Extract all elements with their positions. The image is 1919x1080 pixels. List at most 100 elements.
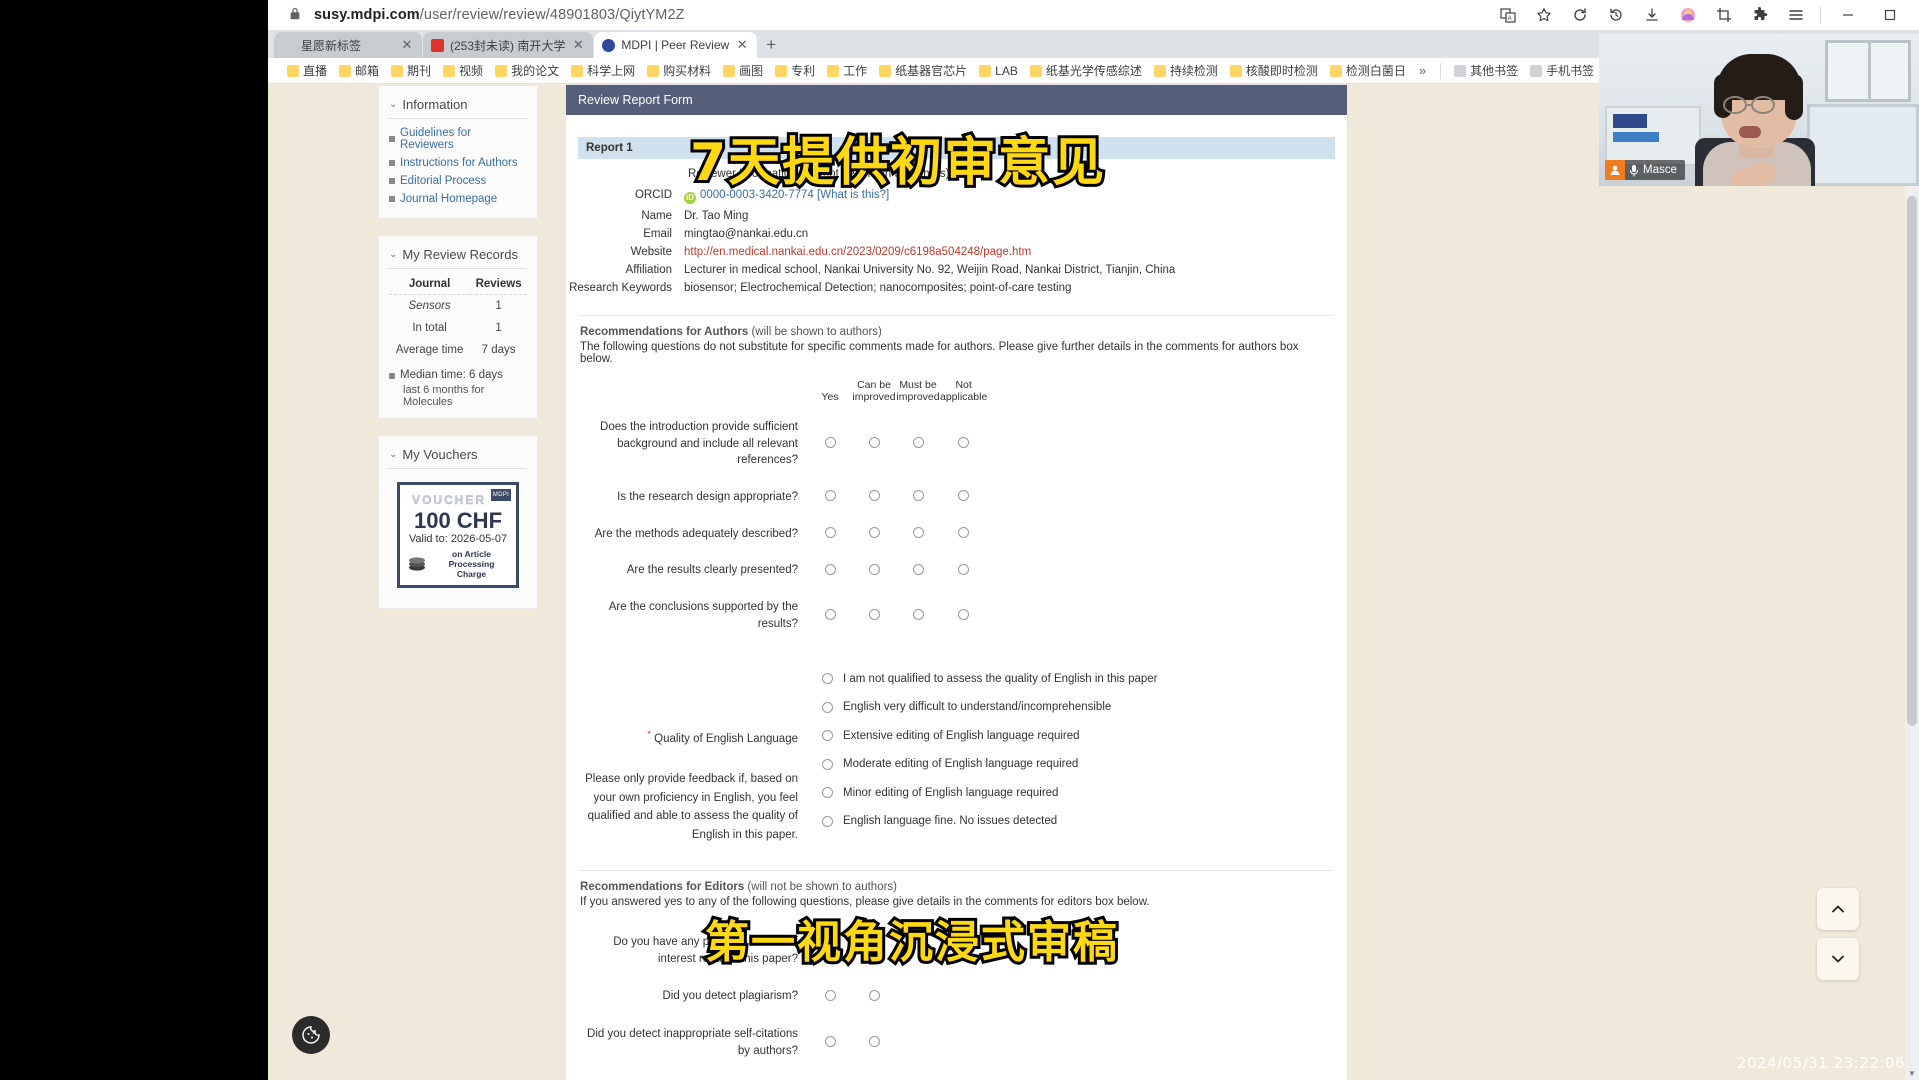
radio-cell-yes[interactable] — [808, 589, 852, 642]
english-option-0[interactable]: I am not qualified to assess the quality… — [822, 665, 1333, 694]
page-scrollbar[interactable]: ▲ ▼ — [1905, 84, 1919, 1080]
address-bar[interactable]: susy.mdpi.com/user/review/review/4890180… — [314, 7, 685, 23]
bookmark-item[interactable]: 专利 — [770, 60, 820, 81]
radio-cell-yes[interactable] — [808, 479, 852, 516]
radio-button[interactable] — [824, 490, 836, 502]
radio-cell-yes[interactable] — [808, 978, 852, 1015]
maximize-icon[interactable] — [1869, 0, 1911, 30]
radio-button[interactable] — [958, 527, 970, 539]
radio-button[interactable] — [912, 563, 924, 575]
radio-cell-must-be-improved[interactable] — [896, 409, 940, 479]
radio-cell-yes[interactable] — [808, 552, 852, 589]
radio-cell-can-be-improved[interactable] — [852, 479, 896, 516]
radio-button[interactable] — [824, 437, 836, 449]
radio-button[interactable] — [822, 673, 833, 685]
bookmark-item[interactable]: 纸基器官芯片 — [874, 60, 972, 81]
radio-button[interactable] — [868, 563, 880, 575]
radio-button[interactable] — [912, 527, 924, 539]
radio-cell-not-applicable[interactable] — [940, 516, 987, 553]
radio-button[interactable] — [868, 1035, 880, 1047]
radio-cell-yes[interactable] — [808, 1070, 852, 1080]
tab-1[interactable]: (253封未读) 南开大学 ✕ — [423, 32, 594, 58]
radio-button[interactable] — [822, 787, 833, 799]
vouchers-header[interactable]: ⌄ My Vouchers — [389, 442, 527, 469]
radio-button[interactable] — [822, 758, 833, 770]
radio-button[interactable] — [868, 608, 880, 620]
radio-button[interactable] — [822, 815, 833, 827]
review-records-header[interactable]: ⌄ My Review Records — [389, 242, 527, 269]
screenshot-crop-icon[interactable] — [1706, 1, 1742, 29]
scroll-up-button[interactable] — [1817, 888, 1859, 930]
radio-cell-yes[interactable] — [808, 409, 852, 479]
close-icon[interactable]: ✕ — [400, 38, 414, 52]
scrollbar-down-arrow-icon[interactable]: ▼ — [1905, 1066, 1919, 1080]
radio-cell-no[interactable] — [852, 978, 896, 1015]
reload-icon[interactable] — [1562, 1, 1598, 29]
radio-cell-must-be-improved[interactable] — [896, 516, 940, 553]
english-option-2[interactable]: Extensive editing of English language re… — [822, 722, 1333, 751]
radio-button[interactable] — [824, 563, 836, 575]
english-option-1[interactable]: English very difficult to understand/inc… — [822, 693, 1333, 722]
radio-button[interactable] — [824, 990, 836, 1002]
english-option-3[interactable]: Moderate editing of English language req… — [822, 750, 1333, 779]
radio-cell-no[interactable] — [852, 1070, 896, 1080]
menu-icon[interactable] — [1778, 1, 1814, 29]
tab-0[interactable]: 星愿新标签 ✕ — [274, 32, 422, 58]
radio-cell-can-be-improved[interactable] — [852, 516, 896, 553]
scrollbar-thumb[interactable] — [1907, 196, 1917, 726]
radio-cell-no[interactable] — [852, 1016, 896, 1071]
bookmark-item[interactable]: 购买材料 — [642, 60, 716, 81]
bookmark-item[interactable]: LAB — [974, 62, 1023, 80]
cookie-consent-button[interactable] — [292, 1016, 330, 1054]
bookmark-item[interactable]: 画图 — [718, 60, 768, 81]
profile-avatar-icon[interactable] — [1670, 1, 1706, 29]
extensions-puzzle-icon[interactable] — [1742, 1, 1778, 29]
sidebar-link-journal-homepage[interactable]: Journal Homepage — [389, 190, 527, 208]
bookmark-item[interactable]: 科学上网 — [566, 60, 640, 81]
bookmark-item[interactable]: 持续检测 — [1149, 60, 1223, 81]
radio-button[interactable] — [912, 608, 924, 620]
radio-cell-can-be-improved[interactable] — [852, 409, 896, 479]
radio-button[interactable] — [958, 437, 970, 449]
radio-cell-can-be-improved[interactable] — [852, 589, 896, 642]
radio-button[interactable] — [822, 701, 833, 713]
sidebar-link-guidelines[interactable]: Guidelines for Reviewers — [389, 124, 527, 154]
radio-button[interactable] — [824, 1035, 836, 1047]
radio-cell-not-applicable[interactable] — [940, 479, 987, 516]
radio-cell-must-be-improved[interactable] — [896, 552, 940, 589]
radio-button[interactable] — [958, 563, 970, 575]
bookmark-item[interactable]: 我的论文 — [490, 60, 564, 81]
bookmark-item[interactable]: 检测白菌日 — [1325, 60, 1411, 81]
english-option-4[interactable]: Minor editing of English language requir… — [822, 779, 1333, 808]
radio-button[interactable] — [824, 608, 836, 620]
radio-cell-not-applicable[interactable] — [940, 409, 987, 479]
radio-cell-must-be-improved[interactable] — [896, 589, 940, 642]
bookmark-item[interactable]: 期刊 — [386, 60, 436, 81]
voucher-card[interactable]: MDPI VOUCHER 100 CHF Valid to: 2026-05-0… — [397, 482, 519, 589]
radio-button[interactable] — [868, 527, 880, 539]
radio-cell-yes[interactable] — [808, 516, 852, 553]
radio-button[interactable] — [822, 730, 833, 742]
information-header[interactable]: ⌄ Information — [389, 92, 527, 119]
download-icon[interactable] — [1634, 1, 1670, 29]
radio-cell-can-be-improved[interactable] — [852, 552, 896, 589]
new-tab-button[interactable]: + — [758, 32, 784, 58]
radio-button[interactable] — [912, 437, 924, 449]
website-link[interactable]: http://en.medical.nankai.edu.cn/2023/020… — [684, 246, 1031, 258]
history-icon[interactable] — [1598, 1, 1634, 29]
close-icon[interactable]: ✕ — [735, 38, 749, 52]
bookmark-item[interactable]: 邮箱 — [334, 60, 384, 81]
radio-cell-must-be-improved[interactable] — [896, 479, 940, 516]
sidebar-link-editorial-process[interactable]: Editorial Process — [389, 172, 527, 190]
close-icon[interactable]: ✕ — [571, 38, 585, 52]
radio-button[interactable] — [824, 527, 836, 539]
bookmark-item[interactable]: 视频 — [438, 60, 488, 81]
tab-2[interactable]: MDPI | Peer Review ✕ — [594, 32, 758, 58]
bookmark-item[interactable]: 工作 — [822, 60, 872, 81]
radio-cell-yes[interactable] — [808, 1016, 852, 1071]
bookmark-folder-item[interactable]: 手机书签 — [1525, 60, 1599, 81]
radio-cell-not-applicable[interactable] — [940, 589, 987, 642]
bookmark-star-icon[interactable] — [1526, 1, 1562, 29]
radio-cell-not-applicable[interactable] — [940, 552, 987, 589]
bookmarks-overflow-icon[interactable]: » — [1413, 63, 1432, 78]
